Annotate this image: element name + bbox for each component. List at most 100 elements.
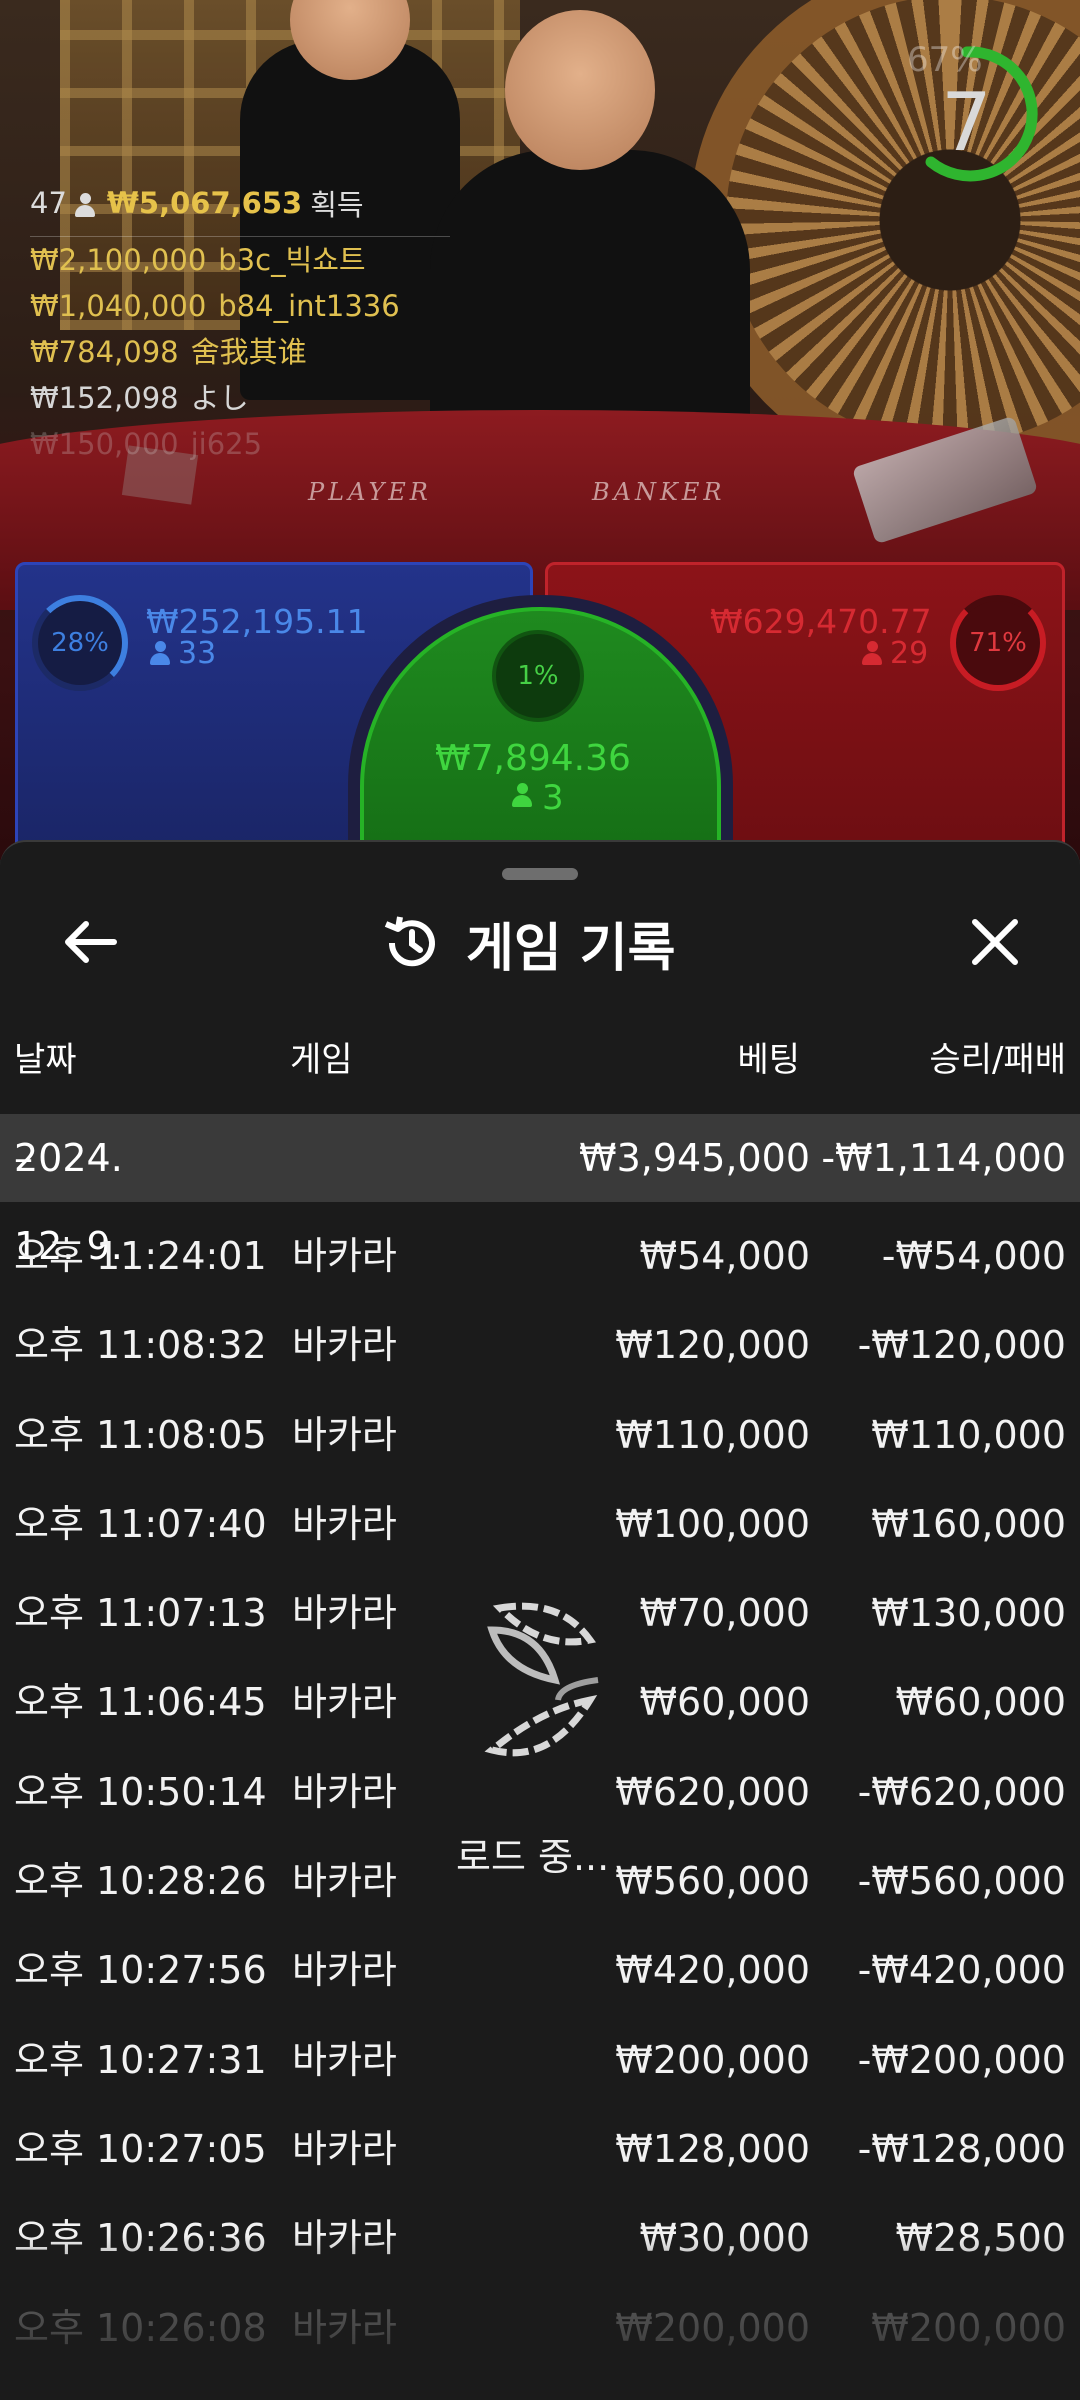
tie-percent: 1% <box>517 661 559 691</box>
row-game: 바카라 <box>292 2037 397 2082</box>
row-bet: ₩70,000 <box>639 1591 810 1636</box>
winner-row: ₩784,098 舍我其谁 <box>30 329 450 375</box>
timer-seconds: 7 <box>941 76 992 169</box>
banker-percent-ring: 71% <box>950 595 1046 691</box>
winner-row: ₩152,098 よし <box>30 375 450 421</box>
history-row[interactable]: 오후 11:08:05 바카라 ₩110,000 ₩110,000 <box>0 1391 1080 1480</box>
group-bet-total: ₩3,945,000 <box>579 1136 810 1180</box>
winners-count: 47 <box>30 186 67 220</box>
row-time: 오후 10:27:05 <box>14 2126 267 2171</box>
row-time: 오후 10:26:36 <box>14 2216 267 2261</box>
row-game: 바카라 <box>292 1412 397 1457</box>
row-time: 오후 11:08:32 <box>14 1323 267 1368</box>
column-game: 게임 <box>290 1040 353 1080</box>
close-button[interactable] <box>955 902 1035 982</box>
person-icon <box>862 641 882 665</box>
row-result: ₩60,000 <box>895 1680 1066 1725</box>
dealer-right-head <box>505 10 655 170</box>
person-icon <box>74 193 95 217</box>
close-icon <box>972 919 1018 965</box>
history-row[interactable]: 오후 10:27:56 바카라 ₩420,000 -₩420,000 <box>0 1926 1080 2015</box>
column-result: 승리/패배 <box>929 1040 1066 1080</box>
row-time: 오후 11:06:45 <box>14 1680 267 1725</box>
row-game: 바카라 <box>292 1948 397 1993</box>
row-result: ₩130,000 <box>871 1591 1066 1636</box>
date-group-row[interactable]: –2024. 12. 9. ₩3,945,000 -₩1,114,000 <box>0 1114 1080 1268</box>
winner-row: ₩1,040,000 b84_int1336 <box>30 283 450 329</box>
group-result-total: -₩1,114,000 <box>821 1136 1066 1180</box>
winner-amount: ₩2,100,000 <box>30 243 207 277</box>
row-bet: ₩420,000 <box>615 1948 810 1993</box>
player-percent: 28% <box>51 628 109 658</box>
row-time: 오후 11:08:05 <box>14 1412 267 1457</box>
history-row[interactable]: 오후 10:26:08 바카라 ₩200,000 ₩200,000 <box>0 2284 1080 2373</box>
row-result: -₩420,000 <box>857 1948 1066 1993</box>
winner-user: ji625 <box>190 427 263 461</box>
column-date: 날짜 <box>14 1040 77 1080</box>
winner-row: ₩150,000 ji625 <box>30 421 450 467</box>
history-row[interactable]: 오후 10:27:05 바카라 ₩128,000 -₩128,000 <box>0 2105 1080 2194</box>
row-game: 바카라 <box>292 2305 397 2350</box>
back-button[interactable] <box>50 902 130 982</box>
row-time: 오후 10:26:08 <box>14 2305 267 2350</box>
winner-amount: ₩150,000 <box>30 427 179 461</box>
row-bet: ₩30,000 <box>639 2216 810 2261</box>
row-result: -₩620,000 <box>857 1769 1066 1814</box>
row-game: 바카라 <box>292 2126 397 2171</box>
history-row[interactable]: 오후 11:08:32 바카라 ₩120,000 -₩120,000 <box>0 1301 1080 1390</box>
row-bet: ₩54,000 <box>639 1234 810 1278</box>
history-column-headers: 날짜 게임 베팅 승리/패배 <box>0 1032 1080 1094</box>
winner-amount: ₩784,098 <box>30 335 179 369</box>
row-game: 바카라 <box>292 1234 397 1278</box>
history-row[interactable]: 오후 11:24:01 바카라 ₩54,000 -₩54,000 <box>0 1212 1080 1301</box>
history-row[interactable]: 오후 10:27:31 바카라 ₩200,000 -₩200,000 <box>0 2016 1080 2105</box>
player-count-value: 33 <box>178 636 217 671</box>
row-time: 오후 10:50:14 <box>14 1769 267 1814</box>
row-game: 바카라 <box>292 1859 397 1904</box>
row-result: ₩160,000 <box>871 1501 1066 1546</box>
row-result: -₩120,000 <box>857 1323 1066 1368</box>
row-result: -₩128,000 <box>857 2126 1066 2171</box>
winner-amount: ₩1,040,000 <box>30 289 207 323</box>
row-time: 오후 10:27:56 <box>14 1948 267 1993</box>
row-bet: ₩128,000 <box>615 2126 810 2171</box>
row-time: 오후 10:27:31 <box>14 2037 267 2082</box>
person-icon <box>512 783 534 811</box>
row-result: -₩200,000 <box>857 2037 1066 2082</box>
row-result: -₩54,000 <box>881 1234 1066 1278</box>
felt-label-player: PLAYER <box>308 478 432 506</box>
winners-list: 47 ₩5,067,653 획득 ₩2,100,000 b3c_빅쇼트 ₩1,04… <box>30 182 450 467</box>
row-result: ₩28,500 <box>895 2216 1066 2261</box>
winner-amount: ₩152,098 <box>30 381 179 415</box>
sheet-drag-handle[interactable] <box>502 868 578 880</box>
winners-total-suffix: 획득 <box>310 188 364 222</box>
bet-timer: 67% 7 <box>905 40 1045 190</box>
row-bet: ₩100,000 <box>615 1501 810 1546</box>
tie-count-value: 3 <box>542 778 564 818</box>
row-time: 오후 11:24:01 <box>14 1234 267 1278</box>
winner-user: 舍我其谁 <box>190 335 307 369</box>
row-game: 바카라 <box>292 1680 397 1725</box>
person-icon <box>150 641 170 665</box>
history-row[interactable]: 오후 11:07:40 바카라 ₩100,000 ₩160,000 <box>0 1480 1080 1569</box>
winner-user: よし <box>190 381 249 415</box>
history-row[interactable]: 오후 10:26:36 바카라 ₩30,000 ₩28,500 <box>0 2194 1080 2283</box>
row-bet: ₩120,000 <box>615 1323 810 1368</box>
banker-bettor-count: 29 <box>862 636 928 671</box>
sheet-title: 게임 기록 <box>466 918 676 979</box>
row-result: ₩110,000 <box>871 1412 1066 1457</box>
row-bet: ₩200,000 <box>615 2037 810 2082</box>
row-result: -₩560,000 <box>857 1859 1066 1904</box>
winners-total: ₩5,067,653 <box>106 186 303 220</box>
row-bet: ₩200,000 <box>615 2305 810 2350</box>
winners-summary: 47 ₩5,067,653 획득 <box>30 182 450 237</box>
timer-percent: 67% <box>907 40 983 80</box>
row-game: 바카라 <box>292 1501 397 1546</box>
arrow-left-icon <box>65 921 117 963</box>
banker-count-value: 29 <box>890 636 929 671</box>
row-time: 오후 11:07:13 <box>14 1591 267 1636</box>
row-time: 오후 10:28:26 <box>14 1859 267 1904</box>
player-percent-ring: 28% <box>32 595 128 691</box>
winner-user: b84_int1336 <box>218 289 400 323</box>
loading-indicator: 로드 중... <box>440 1600 660 1880</box>
